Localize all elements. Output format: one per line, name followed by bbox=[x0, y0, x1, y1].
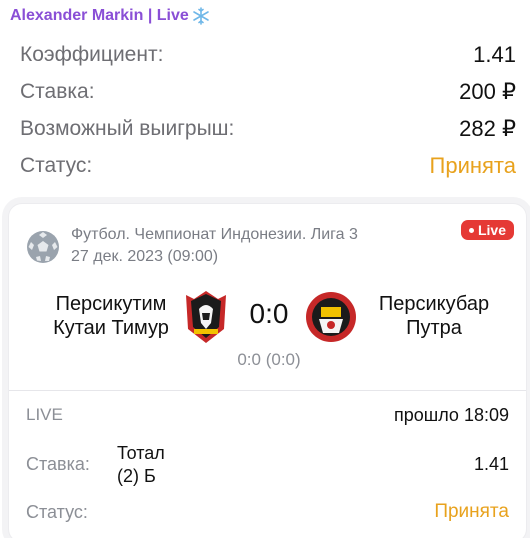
team2-crest-icon bbox=[306, 292, 356, 342]
league-name: Футбол. Чемпионат Индонезии. Лига 3 bbox=[71, 226, 358, 243]
match-info: Футбол. Чемпионат Индонезии. Лига 3 27 д… bbox=[71, 224, 358, 268]
match-score: 0:0 bbox=[249, 298, 289, 329]
team1-name-line2: Кутаи Тимур bbox=[53, 317, 169, 339]
bet-market: Тотал (2) Б bbox=[117, 442, 165, 488]
bet-market-line2: (2) Б bbox=[117, 466, 156, 486]
coefficient-label: Коэффициент: bbox=[20, 42, 164, 66]
bet-coefficient: 1.41 bbox=[473, 454, 509, 474]
team2-name: Персикубар Путра bbox=[354, 292, 514, 340]
team1-name-line1: Персикутим bbox=[55, 293, 167, 315]
card-status-label: Статус: bbox=[26, 502, 88, 522]
card-divider bbox=[9, 390, 526, 391]
coefficient-row: Коэффициент: 1.41 bbox=[20, 36, 516, 73]
bet-label: Ставка: bbox=[26, 454, 90, 474]
live-badge: Live bbox=[460, 220, 514, 240]
sender-name-text: Alexander Markin | Live bbox=[10, 7, 189, 24]
stake-row: Ставка: 200 ₽ bbox=[20, 73, 516, 110]
card-status-value: Принята bbox=[434, 501, 509, 522]
stake-value: 200 ₽ bbox=[459, 78, 516, 104]
soccer-ball-icon bbox=[27, 231, 59, 263]
elapsed-time: прошло 18:09 bbox=[394, 405, 509, 425]
potential-win-label: Возможный выигрыш: bbox=[20, 116, 235, 140]
status-row: Статус: Принята bbox=[20, 147, 516, 184]
match-datetime: 27 дек. 2023 (09:00) bbox=[71, 248, 219, 265]
bet-summary: Коэффициент: 1.41 Ставка: 200 ₽ Возможны… bbox=[20, 36, 516, 184]
coefficient-value: 1.41 bbox=[473, 41, 516, 67]
snowflake-icon bbox=[192, 7, 209, 25]
status-value: Принята bbox=[429, 152, 516, 178]
team2-name-line1: Персикубар bbox=[378, 293, 490, 315]
sender-name[interactable]: Alexander Markin | Live bbox=[10, 6, 211, 26]
half-time-score: 0:0 (0:0) bbox=[237, 350, 301, 369]
team1-crest-icon bbox=[186, 291, 226, 343]
team2-name-line2: Путра bbox=[406, 317, 462, 339]
bet-market-line1: Тотал bbox=[117, 443, 165, 463]
match-card[interactable]: Футбол. Чемпионат Индонезии. Лига 3 27 д… bbox=[8, 203, 527, 538]
potential-win-value: 282 ₽ bbox=[459, 115, 516, 141]
team1-name: Персикутим Кутаи Тимур bbox=[31, 292, 191, 340]
live-badge-label: Live bbox=[477, 222, 506, 238]
potential-win-row: Возможный выигрыш: 282 ₽ bbox=[20, 110, 516, 147]
live-dot-icon bbox=[468, 227, 474, 233]
status-label: Статус: bbox=[20, 153, 93, 177]
live-label: LIVE bbox=[26, 405, 63, 424]
stake-label: Ставка: bbox=[20, 79, 95, 103]
